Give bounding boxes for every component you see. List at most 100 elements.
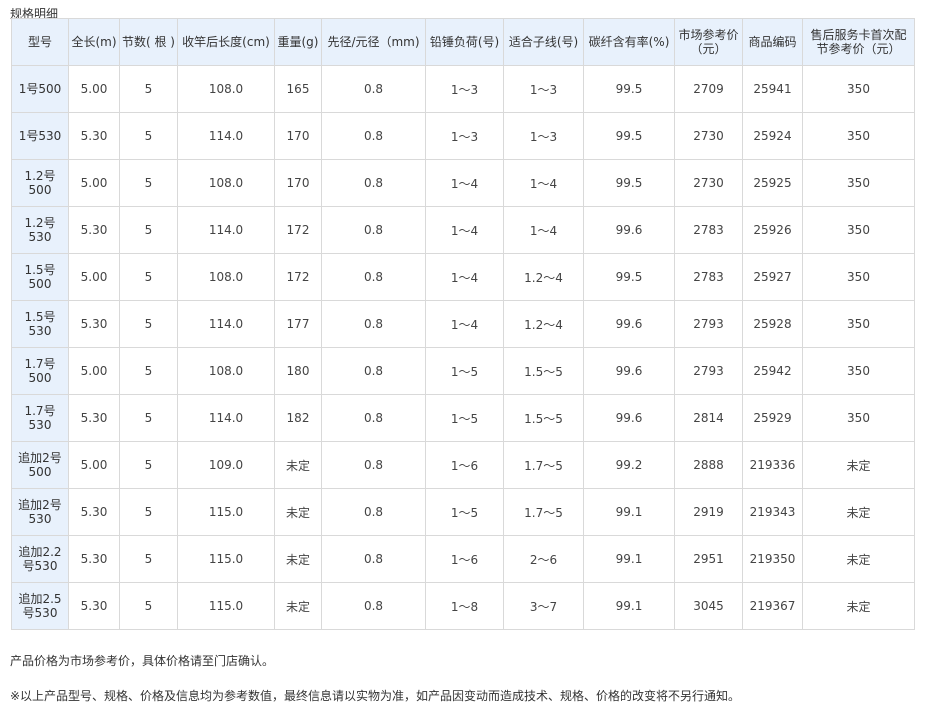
cell-service-price: 350 bbox=[802, 206, 915, 254]
cell-model: 追加2号500 bbox=[11, 441, 69, 489]
cell-weight: 172 bbox=[274, 253, 322, 301]
cell-market-price: 3045 bbox=[674, 582, 743, 630]
cell-service-price: 350 bbox=[802, 253, 915, 301]
cell-tip-diameter: 0.8 bbox=[321, 159, 426, 207]
cell-closed-length: 114.0 bbox=[177, 206, 275, 254]
cell-sections: 5 bbox=[119, 535, 178, 583]
cell-service-price: 未定 bbox=[802, 441, 915, 489]
table-header-row: 型号 全长(m) 节数( 根 ) 收竿后长度(cm) 重量(g) 先径/元径（m… bbox=[11, 18, 915, 66]
cell-market-price: 2888 bbox=[674, 441, 743, 489]
cell-sections: 5 bbox=[119, 582, 178, 630]
header-weight: 重量(g) bbox=[274, 18, 322, 66]
cell-length: 5.30 bbox=[68, 112, 120, 160]
cell-service-price: 未定 bbox=[802, 488, 915, 536]
cell-service-price: 350 bbox=[802, 394, 915, 442]
cell-sinker-load: 1～5 bbox=[425, 347, 504, 395]
cell-service-price: 未定 bbox=[802, 582, 915, 630]
cell-product-code: 25942 bbox=[742, 347, 803, 395]
cell-sections: 5 bbox=[119, 159, 178, 207]
cell-market-price: 2951 bbox=[674, 535, 743, 583]
cell-length: 5.00 bbox=[68, 347, 120, 395]
cell-length: 5.30 bbox=[68, 394, 120, 442]
cell-closed-length: 114.0 bbox=[177, 112, 275, 160]
header-sinker-load: 铅锤负荷(号) bbox=[425, 18, 504, 66]
cell-tip-diameter: 0.8 bbox=[321, 347, 426, 395]
header-length: 全长(m) bbox=[68, 18, 120, 66]
cell-service-price: 350 bbox=[802, 347, 915, 395]
cell-sinker-load: 1～6 bbox=[425, 441, 504, 489]
cell-leader-line: 1.7～5 bbox=[503, 441, 584, 489]
cell-market-price: 2730 bbox=[674, 159, 743, 207]
cell-market-price: 2783 bbox=[674, 206, 743, 254]
spec-table: 型号 全长(m) 节数( 根 ) 收竿后长度(cm) 重量(g) 先径/元径（m… bbox=[11, 18, 915, 630]
cell-sinker-load: 1～4 bbox=[425, 206, 504, 254]
cell-carbon-content: 99.6 bbox=[583, 206, 675, 254]
cell-tip-diameter: 0.8 bbox=[321, 112, 426, 160]
table-row: 1.2号530 5.30 5 114.0 172 0.8 1～4 1～4 99.6 2783 259… bbox=[11, 206, 915, 254]
cell-sinker-load: 1～3 bbox=[425, 112, 504, 160]
cell-carbon-content: 99.6 bbox=[583, 347, 675, 395]
cell-sinker-load: 1～5 bbox=[425, 394, 504, 442]
cell-weight: 170 bbox=[274, 112, 322, 160]
table-row: 1.2号500 5.00 5 108.0 170 0.8 1～4 1～4 99.5 2730 259… bbox=[11, 159, 915, 207]
header-service-price: 售后服务卡首次配节参考价（元） bbox=[802, 18, 915, 66]
cell-market-price: 2814 bbox=[674, 394, 743, 442]
cell-leader-line: 1～4 bbox=[503, 159, 584, 207]
cell-carbon-content: 99.5 bbox=[583, 159, 675, 207]
cell-service-price: 350 bbox=[802, 65, 915, 113]
cell-weight: 165 bbox=[274, 65, 322, 113]
cell-product-code: 25924 bbox=[742, 112, 803, 160]
cell-service-price: 未定 bbox=[802, 535, 915, 583]
cell-length: 5.00 bbox=[68, 441, 120, 489]
table-row: 1.5号500 5.00 5 108.0 172 0.8 1～4 1.2～4 99.5 2783 2… bbox=[11, 253, 915, 301]
cell-carbon-content: 99.5 bbox=[583, 112, 675, 160]
header-market-price: 市场参考价（元） bbox=[674, 18, 743, 66]
cell-leader-line: 1.2～4 bbox=[503, 253, 584, 301]
cell-carbon-content: 99.1 bbox=[583, 488, 675, 536]
header-model: 型号 bbox=[11, 18, 69, 66]
cell-model: 1号500 bbox=[11, 65, 69, 113]
header-leader-line: 适合子线(号) bbox=[503, 18, 584, 66]
table-row: 追加2.5号530 5.30 5 115.0 未定 0.8 1～8 3～7 99.1 3045 21… bbox=[11, 582, 915, 630]
cell-model: 追加2号530 bbox=[11, 488, 69, 536]
header-sections: 节数( 根 ) bbox=[119, 18, 178, 66]
cell-market-price: 2709 bbox=[674, 65, 743, 113]
cell-product-code: 25926 bbox=[742, 206, 803, 254]
cell-leader-line: 1.7～5 bbox=[503, 488, 584, 536]
cell-service-price: 350 bbox=[802, 159, 915, 207]
table-row: 1.7号530 5.30 5 114.0 182 0.8 1～5 1.5～5 99.6 2814 2… bbox=[11, 394, 915, 442]
cell-market-price: 2793 bbox=[674, 300, 743, 348]
cell-length: 5.30 bbox=[68, 206, 120, 254]
cell-carbon-content: 99.6 bbox=[583, 394, 675, 442]
cell-service-price: 350 bbox=[802, 300, 915, 348]
cell-model: 1.7号530 bbox=[11, 394, 69, 442]
cell-closed-length: 115.0 bbox=[177, 488, 275, 536]
cell-weight: 172 bbox=[274, 206, 322, 254]
table-row: 1号500 5.00 5 108.0 165 0.8 1～3 1～3 99.5 2709 25941… bbox=[11, 65, 915, 113]
cell-length: 5.30 bbox=[68, 488, 120, 536]
cell-product-code: 25925 bbox=[742, 159, 803, 207]
cell-product-code: 219343 bbox=[742, 488, 803, 536]
table-row: 追加2号530 5.30 5 115.0 未定 0.8 1～5 1.7～5 99.1 2919 21… bbox=[11, 488, 915, 536]
cell-tip-diameter: 0.8 bbox=[321, 535, 426, 583]
cell-model: 1号530 bbox=[11, 112, 69, 160]
cell-product-code: 219336 bbox=[742, 441, 803, 489]
cell-weight: 未定 bbox=[274, 441, 322, 489]
cell-weight: 未定 bbox=[274, 582, 322, 630]
cell-sections: 5 bbox=[119, 112, 178, 160]
spec-page: 规格明细 型号 全长(m) 节数( 根 ) 收竿后长度(cm) 重量(g) 先径… bbox=[0, 0, 951, 710]
table-row: 1.5号530 5.30 5 114.0 177 0.8 1～4 1.2～4 99.6 2793 2… bbox=[11, 300, 915, 348]
cell-tip-diameter: 0.8 bbox=[321, 441, 426, 489]
cell-product-code: 25928 bbox=[742, 300, 803, 348]
cell-model: 1.5号500 bbox=[11, 253, 69, 301]
cell-carbon-content: 99.6 bbox=[583, 300, 675, 348]
cell-closed-length: 114.0 bbox=[177, 394, 275, 442]
cell-model: 1.2号530 bbox=[11, 206, 69, 254]
cell-length: 5.30 bbox=[68, 300, 120, 348]
table-row: 追加2号500 5.00 5 109.0 未定 0.8 1～6 1.7～5 99.2 2888 21… bbox=[11, 441, 915, 489]
cell-sections: 5 bbox=[119, 65, 178, 113]
cell-carbon-content: 99.1 bbox=[583, 535, 675, 583]
cell-carbon-content: 99.2 bbox=[583, 441, 675, 489]
cell-carbon-content: 99.1 bbox=[583, 582, 675, 630]
cell-leader-line: 1.5～5 bbox=[503, 347, 584, 395]
